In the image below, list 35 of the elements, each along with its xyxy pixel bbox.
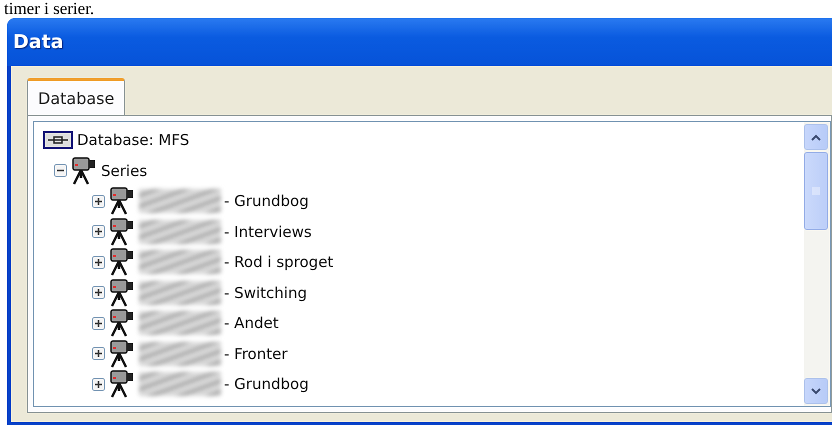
tree-item-label[interactable]: Database: MFS xyxy=(77,131,190,150)
scroll-down-button[interactable] xyxy=(804,378,828,404)
camera-icon xyxy=(108,278,136,308)
tree-item-label[interactable]: - Grundbog xyxy=(224,375,309,394)
caption-text: timer i serier. xyxy=(3,0,96,18)
expander-icon[interactable] xyxy=(92,347,105,360)
tree-item-label[interactable]: - Rod i sproget xyxy=(224,253,334,272)
camera-icon xyxy=(108,308,136,338)
tab[interactable]: Database xyxy=(27,78,126,116)
expander-icon[interactable] xyxy=(92,378,105,391)
window-title: Data xyxy=(13,31,64,53)
expander-icon[interactable] xyxy=(92,225,105,238)
tree-item-label[interactable]: - Andet xyxy=(224,314,279,332)
tree-item-label[interactable]: - Switching xyxy=(224,284,307,302)
camera-icon xyxy=(108,369,136,400)
tree-item-label[interactable]: - Fronter xyxy=(224,344,288,363)
expander-icon[interactable] xyxy=(92,286,105,300)
camera-icon xyxy=(108,216,136,247)
scroll-thumb[interactable] xyxy=(804,152,828,230)
camera-icon xyxy=(70,156,98,186)
scrollbar[interactable] xyxy=(804,122,830,406)
expander-icon[interactable] xyxy=(54,164,67,178)
camera-icon xyxy=(108,186,136,216)
expander-icon[interactable] xyxy=(92,194,105,208)
database-icon xyxy=(42,130,74,150)
tree-item-label[interactable]: Series xyxy=(101,162,148,180)
tree-item-label[interactable]: - Grundbog xyxy=(224,192,309,210)
caret-down-icon xyxy=(811,388,821,394)
camera-icon xyxy=(108,247,136,278)
camera-icon xyxy=(108,338,136,369)
tree-item-label[interactable]: - Interviews xyxy=(224,222,312,241)
scroll-up-button[interactable] xyxy=(804,124,828,150)
caret-up-icon xyxy=(811,134,821,140)
expander-icon[interactable] xyxy=(92,316,105,330)
expander-icon[interactable] xyxy=(92,256,105,269)
